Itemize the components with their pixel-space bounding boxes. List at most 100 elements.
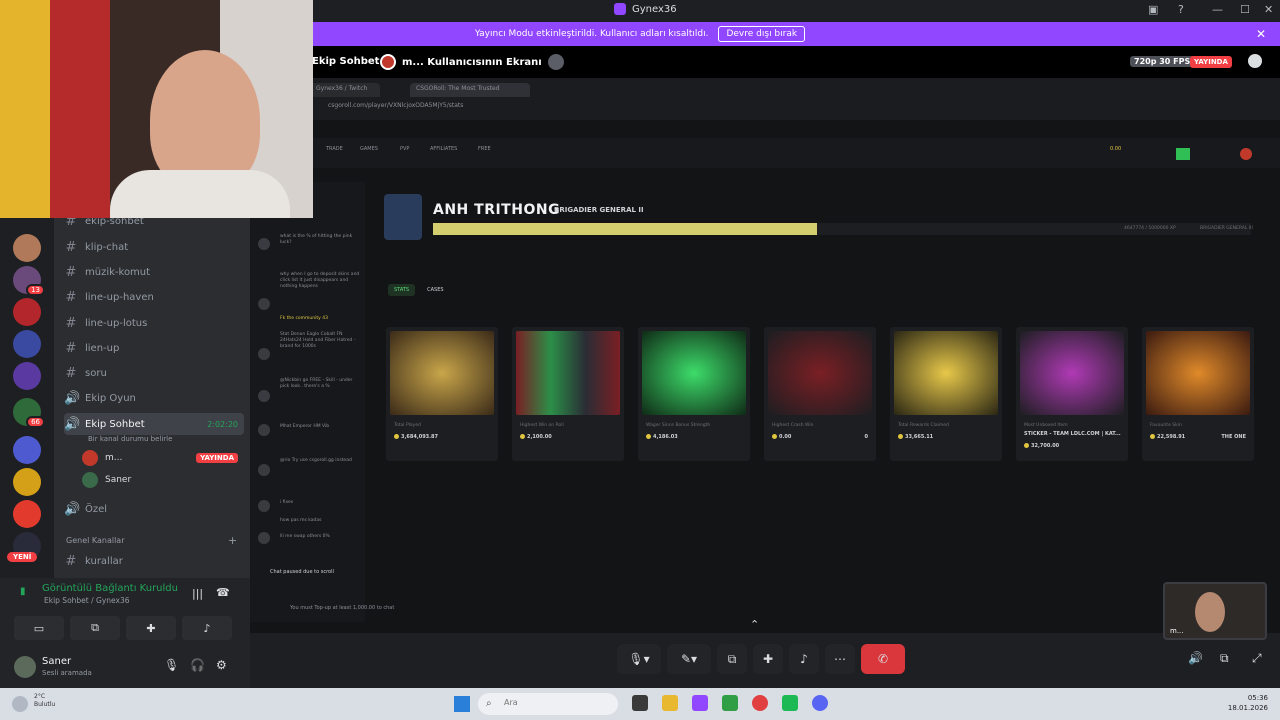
stat-card: Favourite Skin 22,598.91 THE ONE	[1142, 327, 1254, 461]
camera-button[interactable]: ✎▾	[667, 644, 711, 674]
channel-muzik-komut[interactable]: # müzik-komut	[64, 261, 244, 283]
channel-klip-chat[interactable]: # klip-chat	[64, 236, 244, 258]
start-icon[interactable]	[454, 696, 470, 712]
next-rank: BRIGADIER GENERAL III	[1200, 226, 1253, 231]
activities-button[interactable]: ✚	[753, 644, 783, 674]
category-genel-kanallar[interactable]: Genel Kanallar	[66, 536, 125, 545]
voice-member[interactable]: Saner	[82, 472, 238, 488]
maximize-button[interactable]: ☐	[1240, 3, 1250, 16]
channel-ekip-oyun[interactable]: 🔊 Ekip Oyun	[64, 387, 244, 409]
nav-affiliates[interactable]: AFFILIATES	[430, 146, 457, 152]
voice-channel-icon: 🔊	[64, 390, 81, 406]
opera-icon[interactable]	[752, 695, 768, 711]
free-coins-image	[894, 331, 998, 415]
screen-icon[interactable]: ▣	[1148, 3, 1158, 16]
chat-avatar	[258, 348, 270, 360]
server-icon[interactable]	[13, 436, 41, 464]
user-avatar[interactable]	[14, 656, 36, 678]
file-explorer-icon[interactable]	[662, 695, 678, 711]
nav-games[interactable]: GAMES	[360, 146, 378, 152]
text-channel-icon: #	[65, 289, 77, 305]
chat-paused-notice[interactable]: Chat paused due to scroll	[270, 569, 334, 575]
voice-connection-panel: ▮ Görüntülü Bağlantı Kuruldu Ekip Sohbet…	[0, 578, 250, 688]
user-name[interactable]: Saner	[42, 656, 71, 667]
browser-tab-active[interactable]: CSGORoll: The Most Trusted	[410, 83, 530, 97]
deposit-button[interactable]	[1176, 148, 1190, 160]
disconnect-icon[interactable]: ☎	[216, 586, 230, 599]
voice-location[interactable]: Ekip Sohbet / Gynex36	[44, 596, 130, 605]
headphones-icon[interactable]: 🎧	[190, 658, 205, 672]
voice-member[interactable]: m... YAYINDA	[82, 450, 238, 466]
add-channel-icon[interactable]: +	[228, 534, 237, 547]
weather-icon[interactable]	[12, 696, 28, 712]
channel-lien-up[interactable]: # lien-up	[64, 337, 244, 359]
microphone-icon[interactable]: 🎙	[164, 658, 179, 672]
chat-icon[interactable]	[1248, 54, 1262, 68]
spotify-icon[interactable]	[782, 695, 798, 711]
close-button[interactable]: ✕	[1264, 3, 1273, 16]
volume-icon[interactable]: 🔊	[1188, 651, 1203, 665]
task-view-icon[interactable]	[632, 695, 648, 711]
weather-widget[interactable]: 2°C Bulutlu	[34, 693, 55, 709]
noise-icon[interactable]: |||	[192, 587, 203, 600]
stat-card: Most Unboxed Item STICKER - TEAM LDLC.CO…	[1016, 327, 1128, 461]
server-icon[interactable]	[13, 234, 41, 262]
server-icon[interactable]	[13, 468, 41, 496]
user-avatar[interactable]	[1240, 148, 1252, 160]
tab-stats[interactable]: STATS	[388, 284, 416, 296]
help-icon[interactable]: ?	[1178, 3, 1184, 16]
close-notice-icon[interactable]: ✕	[1256, 27, 1266, 41]
search-box[interactable]: Ara	[478, 693, 618, 715]
disable-streamer-mode-button[interactable]: Devre dışı bırak	[718, 26, 806, 42]
channel-kurallar[interactable]: # kurallar	[64, 550, 244, 572]
nav-free[interactable]: FREE	[478, 146, 491, 152]
channel-line-up-lotus[interactable]: # line-up-lotus	[64, 312, 244, 334]
flag-stripe	[0, 0, 50, 218]
coins-image	[390, 331, 494, 415]
fullscreen-icon[interactable]: ⤢	[1252, 651, 1262, 666]
screen-share-stream[interactable]: Gynex36 / Twitch CSGORoll: The Most Trus…	[250, 78, 1280, 633]
channel-list: # ekip-sohbet # klip-chat # müzik-komut # li…	[54, 218, 250, 578]
soundboard-button[interactable]: ♪	[182, 616, 232, 640]
tab-cases[interactable]: CASES	[421, 284, 449, 296]
chevron-up-icon[interactable]: ⌃	[750, 618, 759, 631]
twitch-icon[interactable]	[692, 695, 708, 711]
server-icon[interactable]: 66	[13, 398, 45, 428]
settings-icon[interactable]: ⚙	[216, 658, 227, 672]
camera-toggle-button[interactable]: ▭	[14, 616, 64, 640]
xbox-icon[interactable]	[722, 695, 738, 711]
minimize-button[interactable]: —	[1212, 3, 1223, 16]
activities-button[interactable]: ✚	[126, 616, 176, 640]
call-channel-name[interactable]: Ekip Sohbet	[312, 56, 379, 67]
channel-status[interactable]: Bir kanal durumu belirle	[88, 435, 172, 443]
channel-ekip-sohbet-voice[interactable]: 🔊 Ekip Sohbet 2:02:20	[64, 413, 244, 435]
user-panel: Saner Sesli aramada 🎙 🎧 ⚙	[0, 648, 250, 688]
share-screen-button[interactable]: ⧉	[717, 644, 747, 674]
browser-tab[interactable]: Gynex36 / Twitch	[310, 83, 380, 97]
nav-trade[interactable]: TRADE	[326, 146, 343, 152]
server-icon[interactable]	[13, 362, 41, 390]
clock[interactable]: 05:36 18.01.2026	[1228, 693, 1268, 713]
mute-button[interactable]: 🎙▾	[617, 644, 661, 674]
discord-icon[interactable]	[812, 695, 828, 711]
channel-ozel[interactable]: 🔊 Özel	[64, 498, 244, 520]
server-icon[interactable]	[13, 500, 41, 528]
server-icon[interactable]	[13, 298, 41, 326]
popout-icon[interactable]: ⧉	[1220, 651, 1229, 666]
channel-line-up-haven[interactable]: # line-up-haven	[64, 286, 244, 308]
more-options-button[interactable]: ⋯	[825, 644, 855, 674]
chat-message: Mhat Emperor HM Vib	[280, 424, 330, 429]
leave-call-button[interactable]: ✆	[861, 644, 905, 674]
server-icon[interactable]	[13, 330, 41, 358]
channel-ekip-sohbet[interactable]: # ekip-sohbet	[64, 218, 244, 232]
app-icon	[614, 3, 626, 15]
profile-name: ANH TRITHONG	[433, 202, 561, 218]
mini-webcam[interactable]: m...	[1163, 582, 1267, 640]
channel-soru[interactable]: # soru	[64, 362, 244, 384]
url-bar[interactable]: csgoroll.com/player/VXNlcjoxODA5MjY5/sta…	[322, 102, 1122, 116]
nav-pvp[interactable]: PVP	[400, 146, 409, 152]
soundboard-button[interactable]: ♪	[789, 644, 819, 674]
screen-share-button[interactable]: ⧉	[70, 616, 120, 640]
sticker-image	[1020, 331, 1124, 415]
server-icon[interactable]: 13	[13, 266, 45, 296]
